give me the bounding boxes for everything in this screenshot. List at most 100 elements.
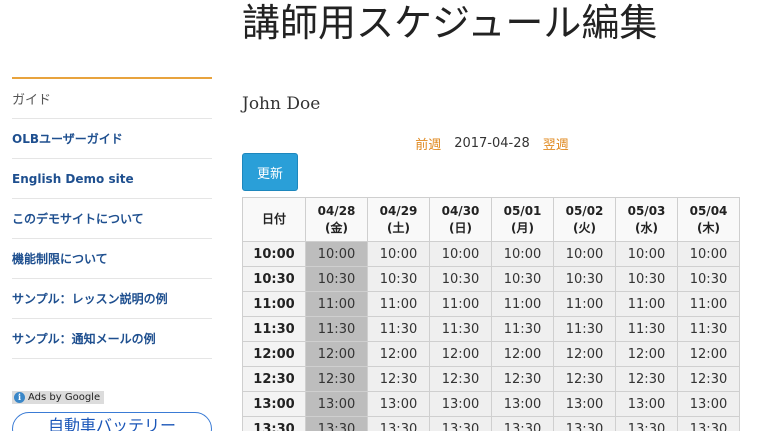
time-label: 12:00	[242, 341, 306, 367]
day-weekday: (土)	[387, 220, 410, 235]
time-slot-cell[interactable]: 10:00	[367, 241, 430, 267]
time-label: 11:30	[242, 316, 306, 342]
time-slot-cell[interactable]: 11:00	[553, 291, 616, 317]
time-slot-cell[interactable]: 11:30	[305, 316, 368, 342]
table-row: 12:30 12:30 12:30 12:30 12:30 12:30 12:30 12:30	[242, 366, 740, 392]
time-slot-cell[interactable]: 12:30	[305, 366, 368, 392]
table-row: 12:00 12:00 12:00 12:00 12:00 12:00 12:00 12:00	[242, 341, 740, 367]
time-slot-cell[interactable]: 13:00	[305, 391, 368, 417]
time-slot-cell[interactable]: 13:00	[429, 391, 492, 417]
week-navigation: 前週 2017-04-28 翌週	[242, 134, 742, 153]
table-row: 10:30 10:30 10:30 10:30 10:30 10:30 10:30 10:30	[242, 266, 740, 292]
refresh-button[interactable]: 更新	[242, 153, 298, 191]
time-slot-cell[interactable]: 12:30	[677, 366, 740, 392]
date-column-header: 日付	[242, 197, 306, 242]
time-slot-cell[interactable]: 12:00	[367, 341, 430, 367]
time-slot-cell[interactable]: 12:00	[615, 341, 678, 367]
time-slot-cell[interactable]: 13:30	[367, 416, 430, 431]
time-slot-cell[interactable]: 12:00	[429, 341, 492, 367]
ads-by-google-label[interactable]: i Ads by Google	[12, 391, 105, 404]
time-slot-cell[interactable]: 11:00	[615, 291, 678, 317]
time-slot-cell[interactable]: 13:30	[429, 416, 492, 431]
time-slot-cell[interactable]: 10:00	[429, 241, 492, 267]
ad-button[interactable]: 自動車バッテリー	[12, 412, 212, 431]
day-header: 04/29 (土)	[367, 197, 430, 242]
day-weekday: (月)	[511, 220, 534, 235]
time-slot-cell[interactable]: 12:00	[491, 341, 554, 367]
prev-week-link[interactable]: 前週	[415, 134, 441, 153]
time-slot-cell[interactable]: 10:30	[367, 266, 430, 292]
table-row: 11:00 11:00 11:00 11:00 11:00 11:00 11:00 11:00	[242, 291, 740, 317]
time-slot-cell[interactable]: 10:00	[553, 241, 616, 267]
time-slot-cell[interactable]: 13:30	[305, 416, 368, 431]
time-slot-cell[interactable]: 10:30	[305, 266, 368, 292]
time-slot-cell[interactable]: 11:00	[429, 291, 492, 317]
time-slot-cell[interactable]: 13:30	[615, 416, 678, 431]
day-header: 05/03 (水)	[615, 197, 678, 242]
time-slot-cell[interactable]: 13:00	[367, 391, 430, 417]
time-label: 12:30	[242, 366, 306, 392]
sidebar-item-feature-limits[interactable]: 機能制限について	[12, 239, 212, 279]
time-slot-cell[interactable]: 13:30	[553, 416, 616, 431]
time-slot-cell[interactable]: 12:00	[553, 341, 616, 367]
day-weekday: (金)	[325, 220, 348, 235]
time-slot-cell[interactable]: 13:30	[491, 416, 554, 431]
day-date: 05/02	[565, 203, 604, 218]
time-slot-cell[interactable]: 11:30	[677, 316, 740, 342]
time-label: 13:30	[242, 416, 306, 431]
time-slot-cell[interactable]: 11:30	[367, 316, 430, 342]
time-slot-cell[interactable]: 12:30	[553, 366, 616, 392]
day-date: 05/04	[689, 203, 728, 218]
time-slot-cell[interactable]: 10:30	[677, 266, 740, 292]
sidebar-item-sample-lesson[interactable]: サンプル：レッスン説明の例	[12, 279, 212, 319]
time-slot-cell[interactable]: 10:30	[491, 266, 554, 292]
table-row: 10:00 10:00 10:00 10:00 10:00 10:00 10:00 10:00	[242, 241, 740, 267]
teacher-name: John Doe	[242, 94, 321, 114]
time-slot-cell[interactable]: 10:00	[305, 241, 368, 267]
time-slot-cell[interactable]: 12:30	[615, 366, 678, 392]
time-slot-cell[interactable]: 10:30	[429, 266, 492, 292]
time-slot-cell[interactable]: 11:00	[677, 291, 740, 317]
sidebar-item-olb-user-guide[interactable]: OLBユーザーガイド	[12, 119, 212, 159]
time-slot-cell[interactable]: 12:30	[367, 366, 430, 392]
time-slot-cell[interactable]: 13:30	[677, 416, 740, 431]
time-slot-cell[interactable]: 10:30	[553, 266, 616, 292]
time-slot-cell[interactable]: 12:00	[305, 341, 368, 367]
day-date: 05/03	[627, 203, 666, 218]
sidebar: ガイド OLBユーザーガイド English Demo site このデモサイトにつ…	[12, 77, 212, 359]
next-week-link[interactable]: 翌週	[543, 134, 569, 153]
current-date: 2017-04-28	[454, 136, 530, 151]
time-slot-cell[interactable]: 12:00	[677, 341, 740, 367]
table-row: 13:30 13:30 13:30 13:30 13:30 13:30 13:30 13:30	[242, 416, 740, 431]
day-header: 05/02 (火)	[553, 197, 616, 242]
time-slot-cell[interactable]: 10:30	[615, 266, 678, 292]
day-date: 04/30	[441, 203, 480, 218]
day-header: 05/01 (月)	[491, 197, 554, 242]
time-slot-cell[interactable]: 12:30	[491, 366, 554, 392]
time-slot-cell[interactable]: 12:30	[429, 366, 492, 392]
sidebar-item-english-demo[interactable]: English Demo site	[12, 159, 212, 199]
day-header: 05/04 (木)	[677, 197, 740, 242]
day-date: 04/28	[317, 203, 356, 218]
time-slot-cell[interactable]: 13:00	[615, 391, 678, 417]
time-slot-cell[interactable]: 13:00	[491, 391, 554, 417]
time-slot-cell[interactable]: 11:00	[491, 291, 554, 317]
time-slot-cell[interactable]: 13:00	[553, 391, 616, 417]
sidebar-item-about-demo[interactable]: このデモサイトについて	[12, 199, 212, 239]
schedule-table: 日付 04/28 (金) 04/29 (土) 04/30 (日) 05/01 (月) 05/02…	[242, 197, 740, 431]
time-slot-cell[interactable]: 11:30	[615, 316, 678, 342]
time-slot-cell[interactable]: 11:00	[305, 291, 368, 317]
time-slot-cell[interactable]: 10:00	[677, 241, 740, 267]
day-weekday: (日)	[449, 220, 472, 235]
time-slot-cell[interactable]: 11:30	[553, 316, 616, 342]
time-slot-cell[interactable]: 13:00	[677, 391, 740, 417]
time-slot-cell[interactable]: 10:00	[615, 241, 678, 267]
info-icon[interactable]: i	[14, 392, 25, 403]
time-slot-cell[interactable]: 11:00	[367, 291, 430, 317]
time-slot-cell[interactable]: 11:30	[429, 316, 492, 342]
time-slot-cell[interactable]: 10:00	[491, 241, 554, 267]
day-weekday: (木)	[697, 220, 720, 235]
time-slot-cell[interactable]: 11:30	[491, 316, 554, 342]
sidebar-item-sample-email[interactable]: サンプル：通知メールの例	[12, 319, 212, 359]
day-weekday: (水)	[635, 220, 658, 235]
